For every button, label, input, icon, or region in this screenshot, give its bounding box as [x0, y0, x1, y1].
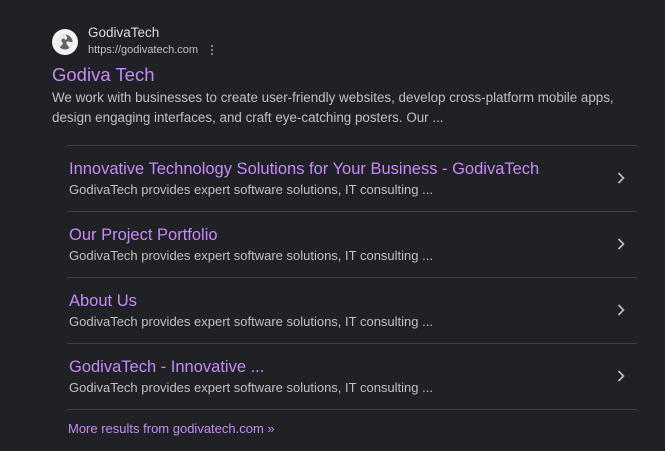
chevron-right-icon[interactable] [615, 171, 627, 185]
sitelink-description: GodivaTech provides expert software solu… [69, 380, 433, 395]
sitelink-title[interactable]: GodivaTech - Innovative ... [69, 356, 264, 378]
chevron-right-icon[interactable] [615, 303, 627, 317]
chevron-right-icon[interactable] [615, 369, 627, 383]
more-options-icon[interactable] [207, 43, 217, 57]
site-url[interactable]: https://godivatech.com [88, 43, 198, 57]
more-results-link[interactable]: More results from godivatech.com » [68, 420, 275, 437]
globe-icon [57, 34, 73, 50]
sitelink-project-portfolio[interactable]: Our Project Portfolio GodivaTech provide… [67, 212, 637, 278]
sitelink-description: GodivaTech provides expert software solu… [69, 182, 433, 197]
sitelink-title[interactable]: Innovative Technology Solutions for Your… [69, 158, 539, 180]
result-snippet: We work with businesses to create user-f… [52, 90, 614, 125]
site-header[interactable]: GodivaTech https://godivatech.com [52, 24, 217, 58]
sitelink-godivatech-innovative[interactable]: GodivaTech - Innovative ... GodivaTech p… [67, 344, 637, 410]
sitelink-description: GodivaTech provides expert software solu… [69, 314, 433, 329]
favicon [52, 29, 78, 55]
sitelink-about-us[interactable]: About Us GodivaTech provides expert soft… [67, 278, 637, 344]
sitelink-innovative-technology[interactable]: Innovative Technology Solutions for Your… [67, 146, 637, 212]
sitelink-title[interactable]: Our Project Portfolio [69, 224, 218, 246]
sitelink-description: GodivaTech provides expert software solu… [69, 248, 433, 263]
sitelink-title[interactable]: About Us [69, 290, 137, 312]
chevron-right-icon[interactable] [615, 237, 627, 251]
sitelinks-list: Innovative Technology Solutions for Your… [67, 145, 637, 410]
result-title[interactable]: Godiva Tech [52, 64, 155, 86]
site-name[interactable]: GodivaTech [88, 24, 217, 41]
